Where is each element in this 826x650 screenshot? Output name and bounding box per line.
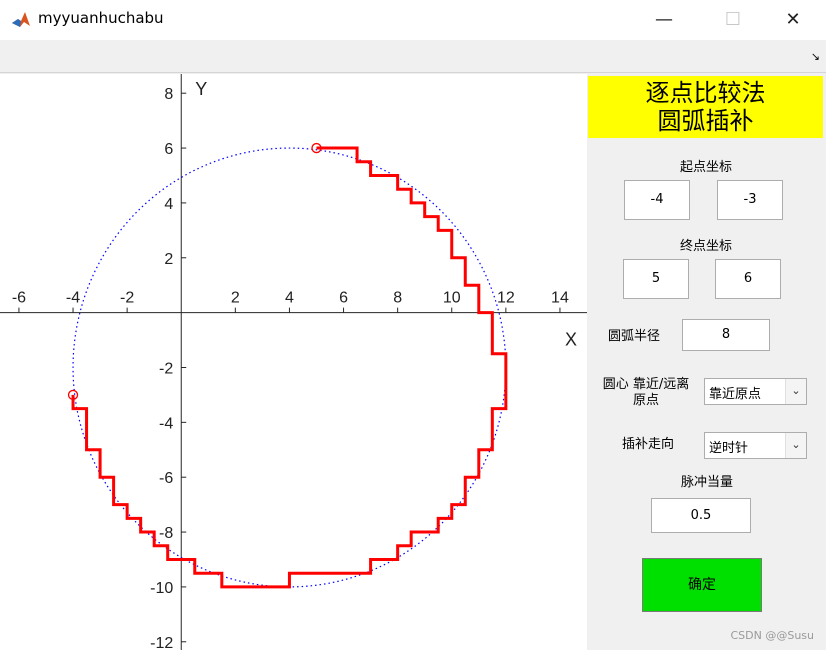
plot-axes: -6 -4 -2 2 4 6 8 10 12 14 8 6 4 2 -2 -4 -6 -8 -10 -12 X Y [0, 74, 587, 650]
start-x-input[interactable]: -4 [624, 180, 690, 220]
start-point-label: 起点坐标 [679, 160, 732, 175]
pulse-input[interactable]: 0.5 [651, 498, 751, 533]
undock-icon[interactable]: ↘ [811, 50, 820, 63]
x-tick-label: -4 [66, 290, 80, 307]
x-axis-label: X [565, 330, 577, 350]
banner-title-line2: 圆弧插补 [657, 107, 754, 135]
x-tick-label: 14 [551, 290, 569, 307]
interpolation-step-path [71, 146, 508, 589]
maximize-button[interactable]: ☐ [710, 0, 756, 40]
x-tick-label: 6 [339, 290, 348, 307]
center-position-value: 靠近原点 [709, 387, 762, 402]
y-tick-label: 6 [164, 141, 173, 158]
y-tick-label: -4 [159, 415, 173, 432]
x-tick-label: 12 [497, 290, 515, 307]
minimize-button[interactable]: — [641, 0, 687, 40]
x-tick-label: -2 [120, 290, 134, 307]
x-tick-label: 8 [393, 290, 402, 307]
y-tick-label: 8 [164, 86, 173, 103]
figure-toolstrip: ↘ [0, 40, 826, 73]
y-axis-label: Y [195, 79, 207, 99]
direction-select[interactable]: 逆时针 ⌄ [704, 432, 807, 459]
confirm-button[interactable]: 确定 [642, 558, 762, 612]
end-x-input[interactable]: 5 [623, 259, 689, 299]
banner-title-line1: 逐点比较法 [645, 79, 766, 107]
center-position-select[interactable]: 靠近原点 ⌄ [704, 378, 807, 405]
radius-input[interactable]: 8 [682, 319, 770, 351]
csdn-watermark: CSDN @@Susu [730, 629, 814, 642]
center-label-line1: 圆心 靠近/远离 [602, 377, 690, 392]
interpolation-chart: -6 -4 -2 2 4 6 8 10 12 14 8 6 4 2 -2 -4 -6 -8 -10 -12 X Y [0, 74, 587, 650]
y-tick-label: -8 [159, 525, 173, 542]
control-panel: 逐点比较法 圆弧插补 起点坐标 -4 -3 终点坐标 5 6 圆弧半径 8 圆心… [588, 74, 826, 650]
circle-arc-dotted [72, 147, 507, 588]
y-tick-label: -12 [150, 635, 173, 650]
x-tick-label: -6 [12, 290, 26, 307]
direction-value: 逆时针 [709, 441, 749, 456]
window-title: myyuanhuchabu [38, 9, 164, 27]
method-banner: 逐点比较法 圆弧插补 [588, 76, 823, 138]
matlab-app-icon [11, 10, 31, 30]
x-tick-label: 4 [285, 290, 294, 307]
y-tick-label: 4 [164, 196, 173, 213]
y-tick-label: -6 [159, 470, 173, 487]
title-bar: myyuanhuchabu — ☐ ✕ [0, 0, 826, 40]
direction-label: 插补走向 [621, 437, 674, 452]
center-label-line2: 原点 [632, 393, 659, 408]
y-tick-label: -2 [159, 360, 173, 377]
end-point-label: 终点坐标 [679, 239, 732, 254]
y-tick-label: -10 [150, 580, 173, 597]
chevron-down-icon[interactable]: ⌄ [785, 379, 806, 404]
pulse-label: 脉冲当量 [680, 475, 733, 490]
close-button[interactable]: ✕ [770, 0, 816, 40]
chevron-down-icon[interactable]: ⌄ [785, 433, 806, 458]
end-y-input[interactable]: 6 [715, 259, 781, 299]
x-tick-label: 10 [443, 290, 461, 307]
radius-label: 圆弧半径 [607, 329, 660, 344]
y-tick-label: 2 [164, 251, 173, 268]
start-y-input[interactable]: -3 [717, 180, 783, 220]
center-position-label: 圆心 靠近/远离 原点 [596, 377, 696, 409]
x-tick-label: 2 [231, 290, 240, 307]
